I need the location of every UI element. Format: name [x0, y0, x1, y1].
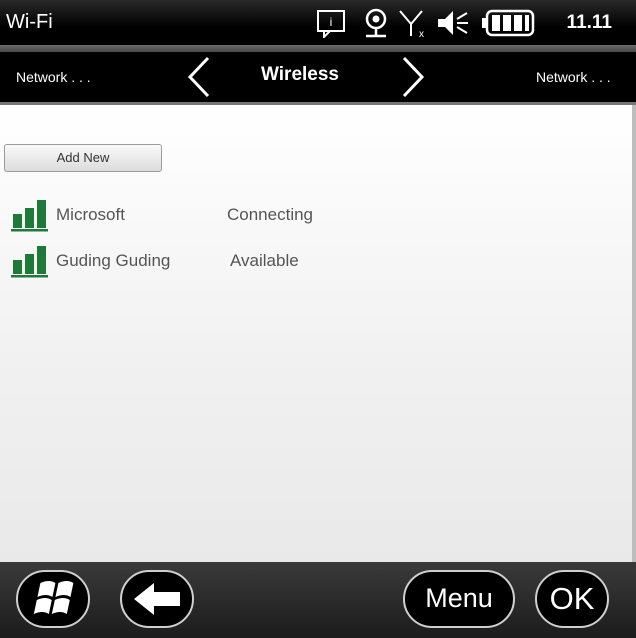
clock: 11.11 — [566, 12, 612, 33]
menu-button[interactable]: Menu — [403, 570, 515, 628]
nav-bar: Network . . . Wireless Network . . . — [0, 52, 636, 102]
network-name: Microsoft — [56, 205, 125, 224]
network-name: Guding Guding — [56, 251, 171, 270]
nav-next-label[interactable]: Network . . . — [536, 69, 611, 85]
signal-strength-icon — [11, 246, 48, 278]
back-arrow-icon — [134, 583, 180, 615]
chevron-right-icon[interactable] — [400, 56, 426, 98]
start-button[interactable] — [16, 570, 90, 628]
notification-icon[interactable]: i — [316, 8, 348, 38]
windows-logo-icon — [33, 581, 74, 614]
scroll-edge — [632, 105, 636, 562]
ok-button[interactable]: OK — [535, 570, 609, 628]
network-row-guding-guding[interactable]: Guding Guding Available — [0, 244, 420, 284]
add-new-button[interactable]: Add New — [4, 144, 162, 172]
svg-text:i: i — [330, 15, 333, 29]
network-status: Connecting — [227, 205, 314, 224]
battery-icon — [482, 9, 535, 37]
app-title: Wi-Fi — [6, 11, 53, 33]
back-button[interactable] — [120, 570, 194, 628]
no-signal-icon: x — [399, 10, 424, 38]
network-row-microsoft[interactable]: Microsoft Connecting — [0, 198, 420, 238]
bottom-softkey-bar: Menu OK — [0, 562, 636, 638]
network-list-panel: Add New Microsoft Connecting Guding Gudi… — [0, 105, 632, 562]
network-status: Available — [230, 251, 299, 270]
signal-strength-icon — [11, 200, 48, 232]
nav-title: Wireless — [261, 64, 339, 85]
status-bar: Wi-Fi i x 11.11 — [0, 0, 636, 45]
volume-icon — [438, 11, 468, 35]
status-separator — [0, 45, 636, 52]
svg-text:x: x — [419, 29, 424, 38]
location-icon — [365, 8, 387, 38]
